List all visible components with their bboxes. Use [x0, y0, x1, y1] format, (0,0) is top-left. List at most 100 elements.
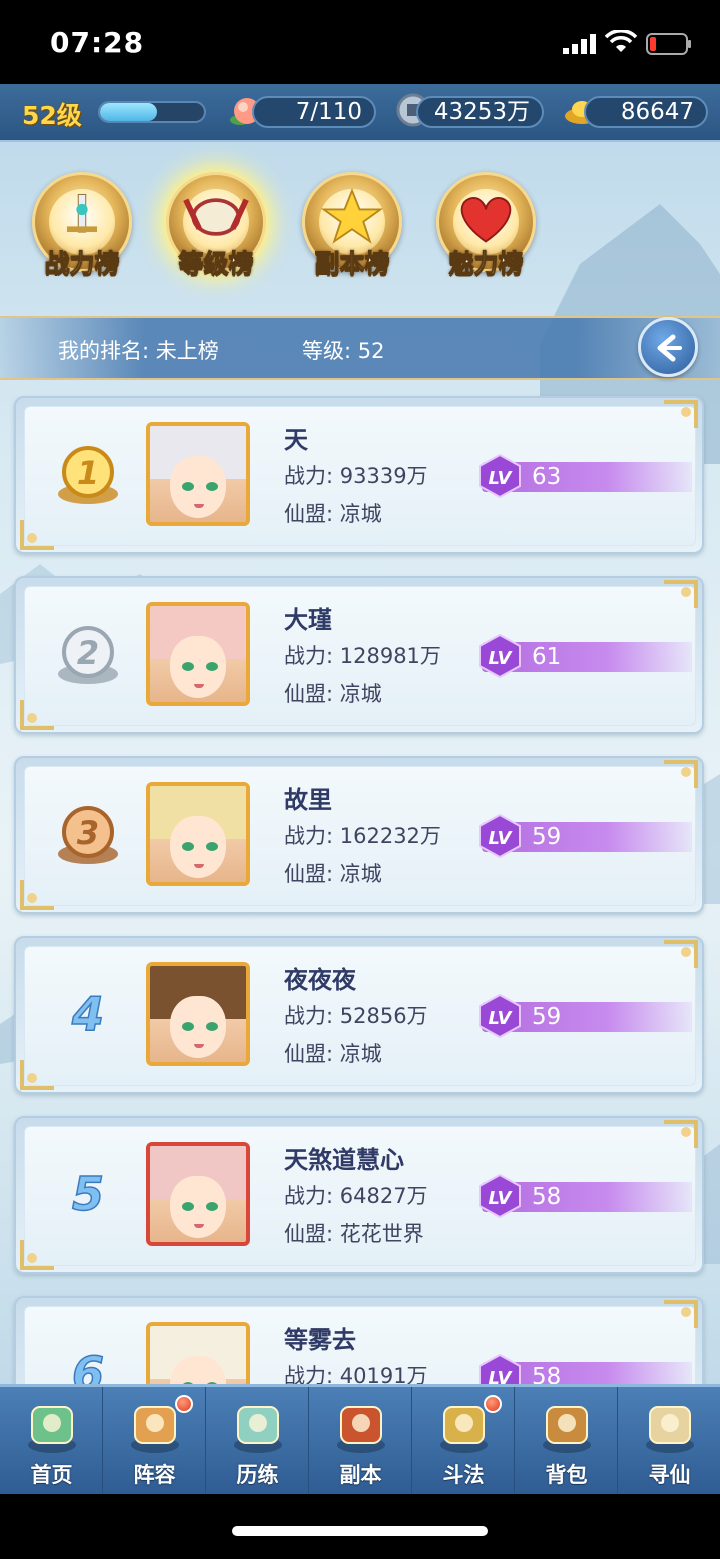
corner-ornament-icon	[664, 1120, 698, 1148]
rank-card[interactable]: 4 夜夜夜 战力: 52856万 仙盟: 凉城 LV 59	[14, 936, 704, 1094]
rank-medal-number: 2	[77, 634, 99, 672]
cellular-signal-icon	[563, 34, 596, 54]
my-level-text: 等级: 52	[302, 339, 385, 363]
player-level-value: 63	[532, 464, 562, 490]
player-power: 战力: 93339万	[284, 464, 428, 488]
lv-badge-icon: LV	[479, 1174, 521, 1218]
notification-dot	[484, 1395, 502, 1413]
player-avatar[interactable]	[146, 602, 250, 706]
player-name: 天	[284, 426, 308, 454]
tab-charm-ranking[interactable]: 魅力榜	[424, 164, 548, 294]
scroll-icon	[646, 1406, 694, 1453]
player-level: 52级	[22, 101, 82, 130]
lv-badge-icon: LV	[479, 454, 521, 498]
status-bar: 07:28	[0, 0, 720, 84]
lv-badge-icon: LV	[479, 994, 521, 1038]
tab-level-ranking[interactable]: 等级榜	[154, 164, 278, 294]
player-guild: 仙盟: 凉城	[284, 1042, 382, 1066]
player-guild: 仙盟: 凉城	[284, 502, 382, 526]
notification-dot	[175, 1395, 193, 1413]
bag-icon	[543, 1406, 591, 1453]
lv-badge-text: LV	[489, 828, 514, 849]
corner-ornament-icon	[20, 700, 54, 730]
drum-emblem-icon	[183, 198, 249, 236]
player-power: 战力: 162232万	[284, 824, 441, 848]
stamina-counter: 7/110	[252, 96, 376, 128]
back-button[interactable]	[638, 317, 698, 377]
nav-label: 首页	[30, 1463, 73, 1487]
player-power: 战力: 64827万	[284, 1184, 428, 1208]
corner-ornament-icon	[664, 400, 698, 428]
player-level-value: 58	[532, 1184, 562, 1210]
coin-counter: 43253万	[416, 96, 544, 128]
my-rank-bar: 我的排名: 未上榜 等级: 52	[0, 316, 720, 380]
nav-item[interactable]: 首页	[0, 1387, 103, 1494]
tab-dungeon-ranking[interactable]: 副本榜	[290, 164, 414, 294]
star-emblem-icon	[320, 188, 384, 244]
player-avatar[interactable]	[146, 962, 250, 1066]
player-name: 等雾去	[284, 1326, 356, 1354]
rank-medal-icon: 3	[58, 806, 118, 864]
lv-badge-icon: LV	[479, 814, 521, 858]
lv-badge-text: LV	[489, 468, 514, 489]
nav-item[interactable]: 阵容	[103, 1387, 206, 1494]
rank-card[interactable]: 2 大瑾 战力: 128981万 仙盟: 凉城 LV 61	[14, 576, 704, 734]
player-name: 大瑾	[284, 606, 332, 634]
corner-ornament-icon	[20, 1060, 54, 1090]
player-guild: 仙盟: 花花世界	[284, 1222, 424, 1246]
lv-badge-text: LV	[489, 648, 514, 669]
player-level-value: 59	[532, 1004, 562, 1030]
rank-medal-icon: 1	[58, 446, 118, 504]
player-avatar[interactable]	[146, 1142, 250, 1246]
rank-card[interactable]: 3 故里 战力: 162232万 仙盟: 凉城 LV 59	[14, 756, 704, 914]
nav-item[interactable]: 寻仙	[618, 1387, 720, 1494]
player-name: 故里	[284, 786, 332, 814]
player-power: 战力: 52856万	[284, 1004, 428, 1028]
rank-card[interactable]: 1 天 战力: 93339万 仙盟: 凉城 LV 63	[14, 396, 704, 554]
battery-low-icon	[646, 33, 691, 55]
corner-ornament-icon	[664, 940, 698, 968]
game-screen: 52级 7/110 43253万 86647 战力榜 等级榜 副本榜 魅力榜 我…	[0, 84, 720, 1494]
status-time: 07:28	[50, 26, 145, 59]
corner-ornament-icon	[664, 1300, 698, 1328]
corner-ornament-icon	[20, 1240, 54, 1270]
nav-label: 斗法	[442, 1463, 485, 1487]
ranking-tabs: 战力榜 等级榜 副本榜 魅力榜	[0, 164, 720, 294]
player-power: 战力: 128981万	[284, 644, 441, 668]
sword-emblem-icon	[66, 193, 98, 233]
exp-progress-bar	[98, 101, 206, 123]
rank-card[interactable]: 5 天煞道慧心 战力: 64827万 仙盟: 花花世界 LV 58	[14, 1116, 704, 1274]
nav-item[interactable]: 历练	[206, 1387, 309, 1494]
player-level-value: 59	[532, 824, 562, 850]
player-avatar[interactable]	[146, 782, 250, 886]
player-level-value: 61	[532, 644, 562, 670]
home-indicator-area	[0, 1494, 720, 1559]
nav-label: 背包	[545, 1463, 588, 1487]
gate-icon	[337, 1406, 385, 1453]
home-indicator[interactable]	[232, 1526, 488, 1536]
player-avatar[interactable]	[146, 422, 250, 526]
back-arrow-icon	[657, 334, 682, 362]
bottom-nav: 首页 阵容 历练 副本 斗法 背包 寻仙	[0, 1384, 720, 1494]
nav-item[interactable]: 斗法	[412, 1387, 515, 1494]
corner-ornament-icon	[664, 580, 698, 608]
heart-emblem-icon	[460, 197, 512, 243]
resource-bar: 52级 7/110 43253万 86647	[0, 84, 720, 142]
tab-power-ranking[interactable]: 战力榜	[20, 164, 144, 294]
nav-label: 寻仙	[648, 1463, 691, 1487]
wifi-icon	[605, 30, 637, 52]
nav-label: 副本	[339, 1463, 382, 1487]
player-name: 天煞道慧心	[284, 1146, 404, 1174]
gold-counter: 86647	[584, 96, 708, 128]
home-island-icon	[28, 1406, 76, 1453]
cloud-gourd-icon	[234, 1406, 282, 1453]
rank-number: 4	[71, 986, 105, 1042]
corner-ornament-icon	[20, 880, 54, 910]
rank-medal-number: 3	[77, 814, 99, 852]
rank-number: 5	[71, 1166, 105, 1222]
corner-ornament-icon	[664, 760, 698, 788]
nav-item[interactable]: 背包	[515, 1387, 618, 1494]
lv-badge-icon: LV	[479, 634, 521, 678]
nav-label: 阵容	[133, 1463, 176, 1487]
nav-item[interactable]: 副本	[309, 1387, 412, 1494]
